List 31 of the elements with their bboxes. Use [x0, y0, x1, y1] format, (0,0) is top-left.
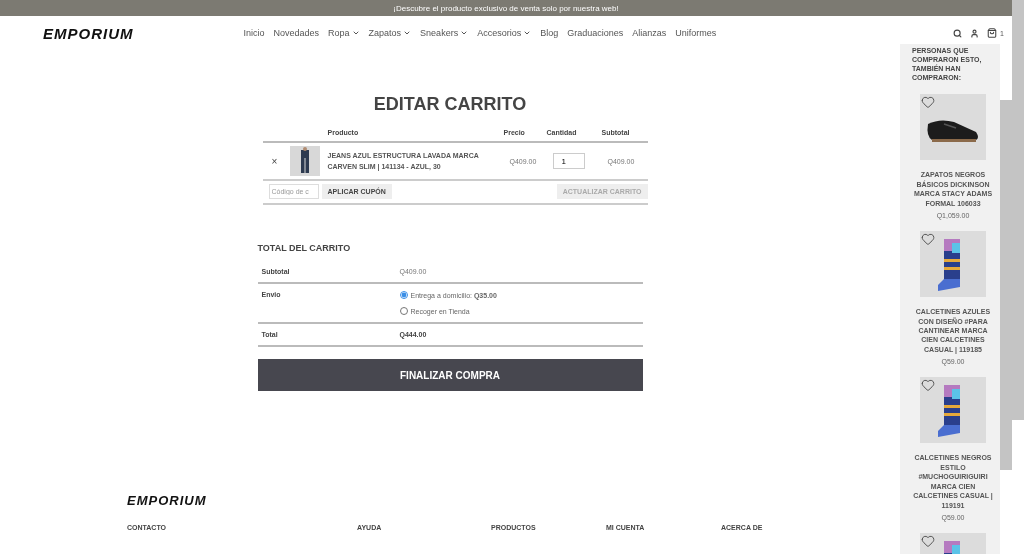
nav-link[interactable]: Blog — [540, 28, 559, 38]
heart-icon[interactable] — [921, 533, 935, 548]
chevron-down-icon — [351, 29, 360, 37]
user-icon[interactable] — [970, 28, 980, 38]
nav-link[interactable]: Accesorios — [477, 28, 532, 38]
radio-button[interactable] — [399, 307, 408, 315]
nav-link[interactable]: Uniformes — [675, 28, 717, 38]
section-title: TOTAL DEL CARRITO — [257, 243, 352, 253]
nav-link[interactable]: Sneakers — [420, 28, 469, 38]
heart-icon[interactable] — [921, 232, 935, 247]
chevron-down-icon — [523, 29, 532, 37]
chevron-down-icon — [460, 29, 469, 37]
nav-link[interactable]: Alianzas — [632, 28, 667, 38]
shopping-bag-icon[interactable] — [987, 28, 998, 38]
logo[interactable]: EMPORIUM — [43, 24, 134, 42]
announcement-banner: ¡Descubre el producto exclusivo de venta solo por nuestra web! — [0, 0, 1012, 16]
nav-link[interactable]: Zapatos — [368, 28, 412, 38]
nav-link[interactable]: Graduaciones — [567, 28, 624, 38]
search-icon[interactable] — [953, 28, 963, 38]
chevron-down-icon — [403, 29, 412, 37]
heart-icon[interactable] — [921, 95, 935, 110]
heart-icon[interactable] — [921, 378, 935, 393]
remove-button[interactable]: × — [262, 155, 287, 167]
nav-link[interactable]: Novedades — [273, 28, 320, 38]
nav-link[interactable]: Inicio — [243, 28, 265, 38]
quantity-field[interactable]: 1 — [552, 153, 585, 169]
nav-link[interactable]: Ropa — [328, 28, 360, 38]
logo: EMPORIUM — [127, 493, 208, 508]
radio-button[interactable] — [399, 291, 408, 299]
page-title: EDITAR CARRITO — [373, 94, 527, 115]
checkout-button[interactable]: FINALIZAR COMPRA — [257, 359, 643, 391]
